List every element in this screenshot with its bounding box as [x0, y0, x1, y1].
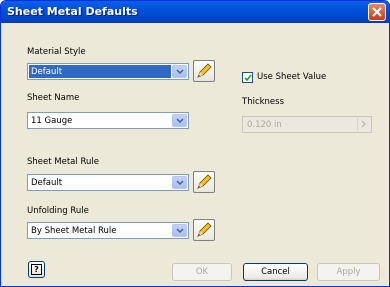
chevron-down-icon	[176, 118, 184, 124]
close-button[interactable]	[368, 3, 386, 21]
unfolding-rule-label: Unfolding Rule	[27, 206, 89, 216]
unfolding-rule-value: By Sheet Metal Rule	[31, 226, 117, 236]
chevron-down-icon	[176, 69, 184, 75]
material-style-value: Default	[31, 67, 63, 77]
thickness-spin-button	[357, 118, 370, 131]
chevron-right-icon	[361, 120, 366, 128]
thickness-label: Thickness	[242, 97, 285, 107]
close-icon	[372, 7, 382, 17]
material-style-dropdown[interactable]: Default	[27, 63, 189, 80]
pencil-icon	[197, 63, 212, 78]
checkmark-icon	[244, 74, 252, 82]
cancel-button[interactable]: Cancel	[243, 263, 308, 281]
pencil-icon	[197, 222, 212, 237]
sheet-metal-rule-value: Default	[31, 178, 63, 188]
apply-button[interactable]: Apply	[317, 263, 380, 281]
use-sheet-value-checkbox[interactable]	[242, 72, 253, 83]
use-sheet-value-label: Use Sheet Value	[257, 72, 327, 82]
sheet-name-dropdown[interactable]: 11 Gauge	[27, 112, 189, 129]
help-button[interactable]: ?	[28, 261, 45, 278]
unfolding-rule-dropdown-arrow[interactable]	[172, 224, 187, 237]
pencil-icon	[197, 174, 212, 189]
chevron-down-icon	[176, 228, 184, 234]
thickness-value: 0.120 in	[247, 120, 282, 130]
unfolding-rule-dropdown[interactable]: By Sheet Metal Rule	[27, 222, 189, 239]
sheet-metal-rule-dropdown-arrow[interactable]	[172, 176, 187, 189]
window-title: Sheet Metal Defaults	[7, 5, 138, 18]
sheet-metal-rule-dropdown[interactable]: Default	[27, 174, 189, 191]
sheet-name-value: 11 Gauge	[31, 116, 73, 126]
thickness-field: 0.120 in	[242, 116, 372, 133]
title-bar[interactable]: Sheet Metal Defaults	[1, 1, 389, 23]
material-style-dropdown-arrow[interactable]	[172, 65, 187, 78]
sheet-metal-rule-edit-button[interactable]	[193, 171, 215, 193]
chevron-down-icon	[176, 180, 184, 186]
unfolding-rule-edit-button[interactable]	[193, 219, 215, 241]
ok-button[interactable]: OK	[172, 263, 232, 281]
material-style-edit-button[interactable]	[193, 60, 215, 82]
sheet-name-dropdown-arrow[interactable]	[172, 114, 187, 127]
sheet-metal-defaults-dialog: Sheet Metal Defaults Material Style Defa…	[0, 0, 390, 287]
material-style-label: Material Style	[27, 47, 86, 57]
help-icon: ?	[31, 264, 42, 275]
sheet-metal-rule-label: Sheet Metal Rule	[27, 157, 99, 167]
sheet-name-label: Sheet Name	[27, 93, 80, 103]
